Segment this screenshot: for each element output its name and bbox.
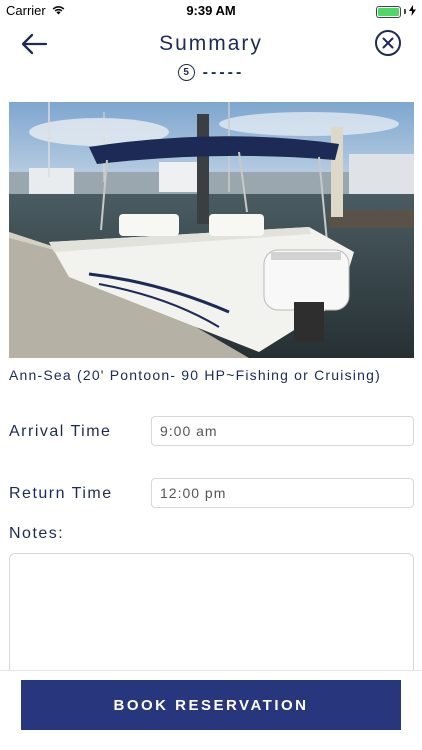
return-time-input[interactable] bbox=[151, 478, 414, 508]
boat-photo-image bbox=[9, 102, 414, 358]
step-number-badge: 5 bbox=[177, 64, 195, 81]
nav-bar: Summary 5 ----- bbox=[0, 22, 422, 92]
boat-name: Ann-Sea (20' Pontoon- 90 HP~Fishing or C… bbox=[9, 367, 381, 383]
notes-textarea[interactable] bbox=[9, 553, 414, 683]
step-dashes: ----- bbox=[202, 64, 245, 81]
close-circle-icon bbox=[375, 30, 401, 56]
notes-label: Notes: bbox=[9, 525, 65, 542]
arrival-time-input[interactable] bbox=[151, 416, 414, 446]
battery-fill bbox=[378, 7, 399, 16]
status-bar: Carrier 9:39 AM bbox=[0, 0, 422, 22]
battery-tip bbox=[404, 9, 406, 14]
status-right bbox=[376, 4, 416, 19]
bottom-action-bar: BOOK RESERVATION bbox=[0, 670, 422, 750]
book-reservation-button[interactable]: BOOK RESERVATION bbox=[21, 680, 401, 730]
close-button[interactable] bbox=[374, 29, 402, 57]
status-time: 9:39 AM bbox=[186, 3, 236, 18]
summary-screen: Carrier 9:39 AM Summary 5 ----- Ann-Sea … bbox=[0, 0, 422, 750]
step-progress: 5 ----- bbox=[0, 64, 422, 81]
battery-icon bbox=[376, 5, 401, 18]
page-title: Summary bbox=[159, 32, 263, 55]
arrival-time-label: Arrival Time bbox=[9, 423, 112, 440]
return-time-label: Return Time bbox=[9, 485, 113, 502]
charging-icon bbox=[409, 4, 416, 19]
boat-photo bbox=[9, 102, 414, 358]
